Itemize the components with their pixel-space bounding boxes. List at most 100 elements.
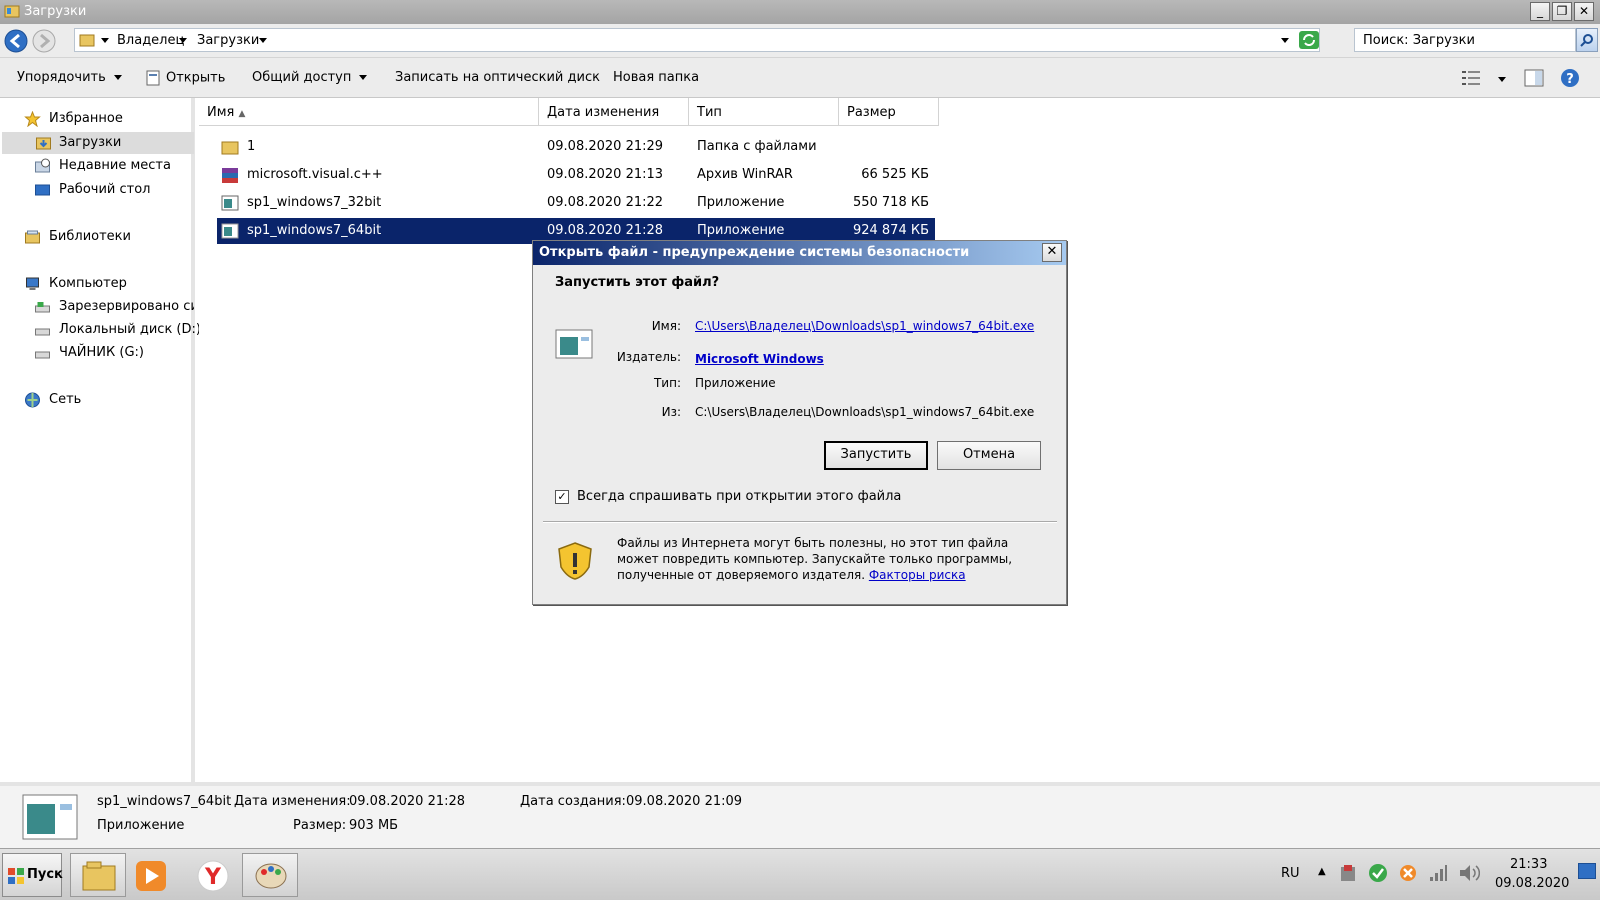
column-header-name[interactable]: Имя ▲ <box>199 98 539 126</box>
address-row: Владелец Загрузки Поиск: Загрузки <box>0 24 1600 58</box>
yandex-browser-icon[interactable]: Y <box>196 859 230 893</box>
new-folder-button[interactable]: Новая папка <box>613 70 699 85</box>
signal-strength-icon[interactable] <box>1428 863 1448 883</box>
taskbar-paint[interactable] <box>242 853 298 897</box>
restore-button[interactable]: ❐ <box>1552 2 1572 21</box>
share-label: Общий доступ <box>252 70 352 85</box>
search-button[interactable] <box>1576 28 1598 52</box>
paint-palette-icon <box>255 863 287 889</box>
breadcrumb-separator[interactable] <box>259 33 267 48</box>
sidebar-item-reserved-drive[interactable]: Зарезервировано сис <box>34 296 194 318</box>
sidebar-item-computer[interactable]: Компьютер <box>24 273 194 295</box>
details-modified-value: 09.08.2020 21:28 <box>349 794 466 809</box>
help-icon[interactable]: ? <box>1560 68 1580 88</box>
details-pane: sp1_windows7_64bit Дата изменения: 09.08… <box>0 782 1600 848</box>
always-ask-checkbox[interactable]: ✓ <box>555 490 569 504</box>
antivirus-check-icon[interactable] <box>1368 863 1388 883</box>
taskbar-explorer[interactable] <box>70 853 126 897</box>
details-file-name: sp1_windows7_64bit <box>97 794 232 809</box>
organize-button[interactable]: Упорядочить <box>17 70 122 85</box>
file-name: sp1_windows7_32bit <box>247 195 382 210</box>
dialog-divider <box>543 521 1057 523</box>
open-label: Открыть <box>166 70 226 86</box>
sidebar-item-favorites[interactable]: Избранное <box>24 108 194 130</box>
run-button[interactable]: Запустить <box>824 441 928 470</box>
start-label: Пуск <box>27 867 63 882</box>
publisher-link[interactable]: Microsoft Windows <box>695 352 824 366</box>
details-size-value: 903 МБ <box>349 818 399 833</box>
open-button[interactable]: Открыть <box>146 70 225 86</box>
clock-time[interactable]: 21:33 <box>1510 857 1547 872</box>
file-size: 66 525 КБ <box>861 167 929 182</box>
sidebar-item-desktop[interactable]: Рабочий стол <box>34 179 194 201</box>
dialog-question: Запустить этот файл? <box>555 275 720 290</box>
breadcrumb-separator[interactable] <box>179 33 187 48</box>
sidebar-item-downloads[interactable]: Загрузки <box>2 132 194 154</box>
view-options-dropdown[interactable] <box>1498 72 1506 87</box>
file-size: 550 718 КБ <box>852 195 929 210</box>
minimize-button[interactable]: _ <box>1530 2 1550 21</box>
show-hidden-icons-button[interactable]: ▲ <box>1318 866 1326 877</box>
share-button[interactable]: Общий доступ <box>252 70 368 85</box>
removable-drive-icon <box>35 351 50 359</box>
forward-arrow-icon[interactable] <box>32 29 56 53</box>
from-value: C:\Users\Владелец\Downloads\sp1_windows7… <box>695 405 1035 419</box>
navigation-pane: Избранное Загрузки Недавние места Рабочи… <box>0 98 201 782</box>
start-button[interactable]: Пуск <box>2 853 63 897</box>
from-label: Из: <box>661 405 681 419</box>
sidebar-item-label: Библиотеки <box>49 229 131 244</box>
file-date: 09.08.2020 21:28 <box>547 223 664 238</box>
details-created-label: Дата создания: <box>520 794 626 809</box>
dialog-close-button[interactable]: ✕ <box>1042 243 1062 262</box>
column-header-label: Имя <box>207 105 235 120</box>
address-bar[interactable]: Владелец Загрузки <box>74 28 1320 52</box>
type-label: Тип: <box>653 376 681 390</box>
sidebar-item-network[interactable]: Сеть <box>24 389 194 411</box>
network-error-icon[interactable] <box>1398 863 1418 883</box>
file-date: 09.08.2020 21:22 <box>547 195 664 210</box>
breadcrumb-owner[interactable]: Владелец <box>117 33 184 48</box>
breadcrumb-downloads[interactable]: Загрузки <box>197 33 259 48</box>
file-name: sp1_windows7_64bit <box>247 223 382 238</box>
file-type: Папка с файлами <box>697 139 817 154</box>
type-value: Приложение <box>695 376 776 390</box>
file-name: 1 <box>247 139 256 154</box>
risk-factors-link[interactable]: Факторы риска <box>869 568 966 582</box>
refresh-icon[interactable] <box>1299 31 1319 49</box>
column-header-type[interactable]: Тип <box>689 98 839 126</box>
document-icon <box>146 70 160 86</box>
volume-icon[interactable] <box>1458 863 1480 883</box>
sidebar-item-libraries[interactable]: Библиотеки <box>24 226 194 248</box>
language-indicator[interactable]: RU <box>1281 866 1300 881</box>
table-row[interactable]: microsoft.visual.c++ 09.08.2020 21:13 Ар… <box>217 162 935 188</box>
command-bar: Упорядочить Открыть Общий доступ Записат… <box>0 58 1600 98</box>
media-player-icon[interactable] <box>134 859 168 893</box>
downloads-folder-icon <box>36 137 51 150</box>
column-header-size[interactable]: Размер <box>839 98 939 126</box>
view-details-icon[interactable] <box>1462 70 1480 86</box>
sidebar-item-drive-g[interactable]: ЧАЙНИК (G:) <box>34 342 194 364</box>
close-window-button[interactable]: ✕ <box>1574 2 1594 21</box>
libraries-icon <box>25 230 40 244</box>
sidebar-item-drive-d[interactable]: Локальный диск (D:) <box>34 319 201 341</box>
always-ask-label[interactable]: Всегда спрашивать при открытии этого фай… <box>577 489 901 504</box>
device-tray-icon[interactable] <box>1338 863 1358 883</box>
application-icon <box>221 223 239 239</box>
table-row[interactable]: sp1_windows7_32bit 09.08.2020 21:22 Прил… <box>217 190 935 216</box>
preview-pane-icon[interactable] <box>1524 68 1544 88</box>
file-name: microsoft.visual.c++ <box>247 167 383 182</box>
table-row[interactable]: 1 09.08.2020 21:29 Папка с файлами <box>217 134 935 160</box>
burn-disc-button[interactable]: Записать на оптический диск <box>395 70 600 85</box>
show-desktop-button[interactable] <box>1578 863 1596 879</box>
back-arrow-icon[interactable] <box>4 29 28 53</box>
sidebar-item-recent[interactable]: Недавние места <box>34 155 194 177</box>
address-history-dropdown[interactable] <box>1281 33 1289 48</box>
file-path-link[interactable]: C:\Users\Владелец\Downloads\sp1_windows7… <box>695 319 1034 333</box>
column-header-date[interactable]: Дата изменения <box>539 98 689 126</box>
hard-drive-icon <box>35 328 50 336</box>
cancel-button[interactable]: Отмена <box>937 441 1041 470</box>
breadcrumb-separator[interactable] <box>101 33 109 48</box>
clock-date[interactable]: 09.08.2020 <box>1495 876 1569 891</box>
sidebar-item-label: Локальный диск (D:) <box>59 322 201 337</box>
search-input[interactable]: Поиск: Загрузки <box>1354 28 1576 52</box>
